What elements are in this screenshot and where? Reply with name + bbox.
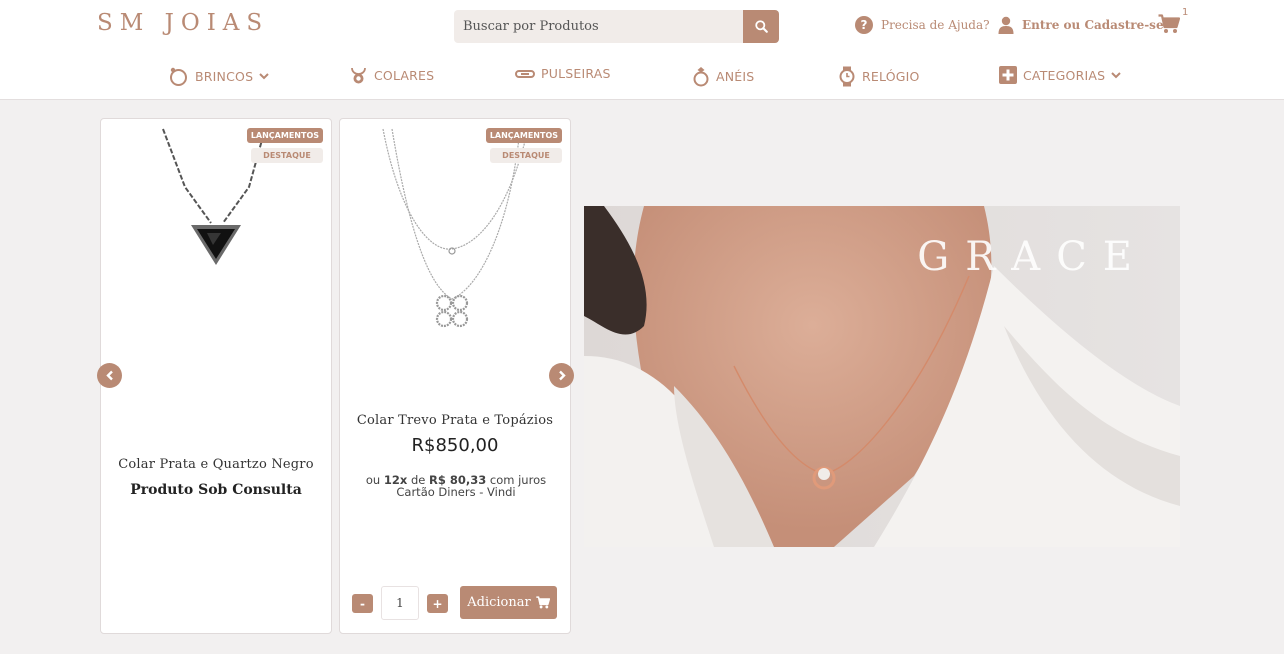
chevron-down-icon — [259, 73, 269, 80]
installment-info: ou 12x de R$ 80,33 com juros Cartão Dine… — [360, 474, 552, 498]
nav-label-categorias: CATEGORIAS — [1023, 67, 1106, 83]
cart-count: 1 — [1182, 7, 1189, 18]
bracelet-icon — [515, 69, 535, 78]
banner-title: GRACE — [917, 234, 1148, 280]
nav-label-pulseiras: PULSEIRAS — [541, 66, 611, 81]
add-to-cart-button[interactable]: Adicionar — [460, 586, 557, 619]
product-name[interactable]: Colar Prata e Quartzo Negro — [101, 457, 331, 472]
user-icon — [998, 16, 1014, 34]
question-icon: ? — [855, 16, 873, 34]
badge-destaque: DESTAQUE — [490, 148, 562, 163]
nav-item-relogio[interactable]: RELÓGIO — [838, 66, 920, 87]
account-link[interactable]: Entre ou Cadastre-se — [998, 16, 1164, 34]
qty-plus-button[interactable]: + — [427, 594, 448, 613]
nav-item-colares[interactable]: COLARES — [349, 66, 434, 85]
ring-icon — [693, 67, 709, 87]
main-nav: BRINCOS COLARES PULSEIRAS ANÉIS RELÓGIO … — [0, 66, 1284, 88]
carousel-prev-button[interactable] — [97, 363, 122, 388]
help-link[interactable]: ? Precisa de Ajuda? — [855, 16, 990, 34]
product-name[interactable]: Colar Trevo Prata e Topázios — [340, 413, 570, 428]
product-card[interactable]: LANÇAMENTOS DESTAQUE Colar Prata e Quart… — [100, 118, 332, 634]
nav-label-aneis: ANÉIS — [716, 69, 755, 84]
promo-banner[interactable]: GRACE — [584, 206, 1180, 547]
quantity-stepper: - + Adicionar — [352, 586, 558, 620]
necklace-icon — [351, 67, 366, 84]
payment-method: Cartão Diners - Vindi — [396, 485, 516, 499]
plus-square-icon — [999, 66, 1017, 84]
chevron-down-icon — [1111, 71, 1121, 78]
watch-icon — [839, 66, 855, 87]
add-to-cart-label: Adicionar — [467, 595, 531, 610]
search-button[interactable] — [743, 10, 779, 43]
nav-item-aneis[interactable]: ANÉIS — [692, 66, 754, 87]
product-status: Produto Sob Consulta — [130, 482, 302, 498]
product-price: R$850,00 — [411, 435, 499, 456]
nav-item-brincos[interactable]: BRINCOS — [168, 66, 269, 87]
nav-label-brincos: BRINCOS — [195, 69, 254, 84]
badge-lancamentos: LANÇAMENTOS — [485, 128, 562, 143]
earring-icon — [170, 67, 187, 86]
account-label: Entre ou Cadastre-se — [1022, 18, 1164, 32]
cart-icon — [1158, 14, 1181, 33]
nav-label-colares: COLARES — [374, 68, 435, 83]
chevron-right-icon — [558, 370, 566, 381]
qty-minus-button[interactable]: - — [352, 594, 373, 613]
site-header: SM JOIAS ? Precisa de Ajuda? Entre ou Ca… — [0, 0, 1284, 100]
search-icon — [754, 20, 768, 33]
product-card[interactable]: LANÇAMENTOS DESTAQUE Colar Trevo Prata e… — [339, 118, 571, 634]
quantity-input[interactable] — [381, 586, 419, 620]
badge-lancamentos: LANÇAMENTOS — [246, 128, 323, 143]
badge-destaque: DESTAQUE — [251, 148, 323, 163]
search-input[interactable] — [454, 10, 743, 43]
help-label: Precisa de Ajuda? — [881, 18, 990, 32]
search-bar — [454, 10, 779, 43]
site-logo[interactable]: SM JOIAS — [97, 10, 269, 36]
nav-item-categorias[interactable]: CATEGORIAS — [999, 66, 1121, 84]
chevron-left-icon — [105, 370, 113, 381]
installment-prefix: ou — [365, 473, 381, 487]
cart-icon — [536, 596, 550, 609]
carousel-next-button[interactable] — [549, 363, 574, 388]
nav-label-relogio: RELÓGIO — [862, 69, 920, 84]
nav-item-pulseiras[interactable]: PULSEIRAS — [515, 66, 611, 81]
cart-button[interactable]: 1 — [1158, 7, 1188, 38]
